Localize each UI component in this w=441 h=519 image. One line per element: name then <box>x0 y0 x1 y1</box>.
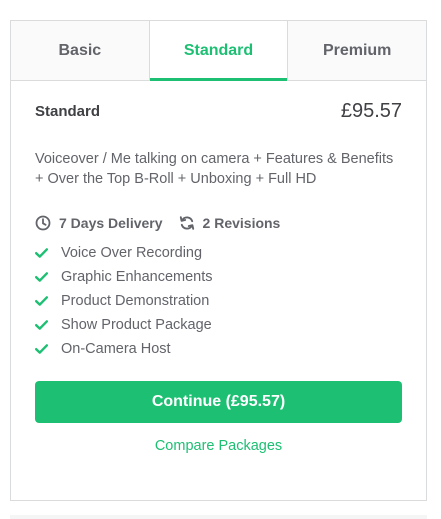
revisions-label: 2 Revisions <box>202 215 281 231</box>
package-body: Standard £95.57 Voiceover / Me talking o… <box>11 99 426 454</box>
feature-item: On-Camera Host <box>35 337 402 361</box>
package-price: £95.57 <box>340 99 402 122</box>
feature-label: On-Camera Host <box>61 341 171 357</box>
refresh-icon <box>179 216 194 230</box>
package-meta: 7 Days Delivery 2 Revisions <box>35 215 402 231</box>
package-header: Standard £95.57 <box>35 99 402 123</box>
next-section-edge <box>10 515 427 519</box>
tab-label: Premium <box>322 41 392 59</box>
feature-label: Product Demonstration <box>61 293 210 309</box>
compare-packages-link[interactable]: Compare Packages <box>35 438 402 454</box>
feature-item: Show Product Package <box>35 313 402 337</box>
package-description: Voiceover / Me talking on camera + Featu… <box>35 151 394 187</box>
delivery-label: 7 Days Delivery <box>59 215 163 231</box>
tab-standard[interactable]: Standard <box>148 21 288 81</box>
feature-label: Show Product Package <box>61 317 212 333</box>
feature-item: Product Demonstration <box>35 289 402 313</box>
check-icon <box>35 296 49 306</box>
package-tabs: Basic Standard Premium <box>11 21 427 81</box>
feature-list: Voice Over Recording Graphic Enhancement… <box>35 241 402 361</box>
feature-item: Voice Over Recording <box>35 241 402 265</box>
tab-basic[interactable]: Basic <box>11 21 149 80</box>
check-icon <box>35 320 49 330</box>
continue-button[interactable]: Continue (£95.57) <box>35 381 402 423</box>
tab-premium[interactable]: Premium <box>287 21 427 80</box>
feature-item: Graphic Enhancements <box>35 265 402 289</box>
clock-icon <box>35 215 51 231</box>
check-icon <box>35 248 49 258</box>
package-name: Standard <box>35 102 101 120</box>
tab-label: Standard <box>183 41 254 59</box>
feature-label: Voice Over Recording <box>61 245 203 261</box>
check-icon <box>35 272 49 282</box>
tab-label: Basic <box>58 41 102 59</box>
feature-label: Graphic Enhancements <box>61 269 213 285</box>
delivery-time: 7 Days Delivery <box>35 215 163 231</box>
package-card: Basic Standard Premium Standard £95.57 V… <box>10 20 427 501</box>
revisions-count: 2 Revisions <box>179 215 281 231</box>
check-icon <box>35 344 49 354</box>
